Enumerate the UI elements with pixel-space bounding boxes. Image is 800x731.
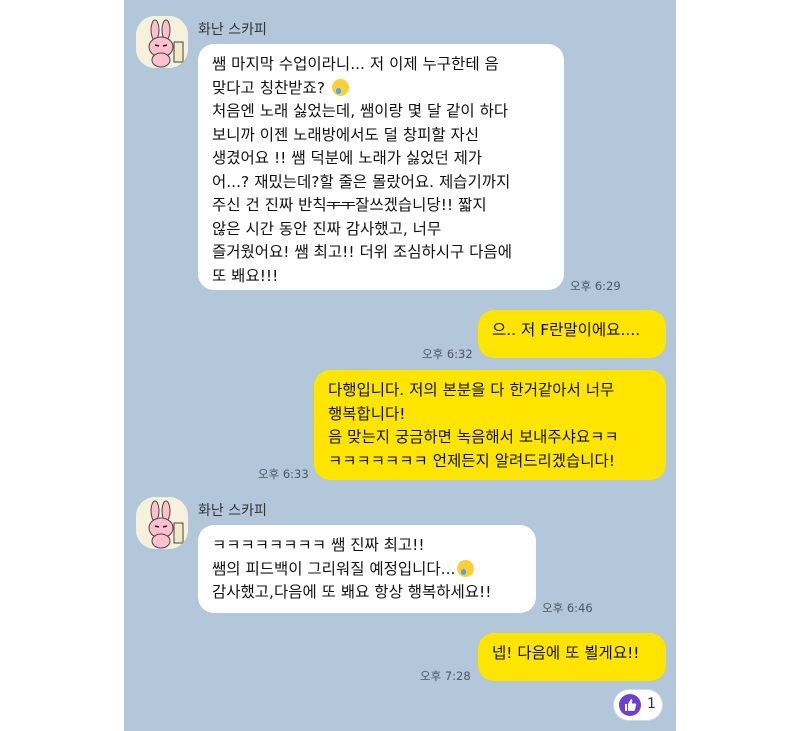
message-text: ㅋㅋㅋㅋㅋㅋㅋ 언제든지 알려드리겠습니다! [328,451,616,470]
message-time: 오후 6:29 [570,279,621,293]
message-text: 주신 건 진짜 반칙ㅜㅜ잘쓰겠습니당!! 짧지 [212,196,487,214]
crying-face-icon [331,78,349,96]
message-text: ㅋㅋㅋㅋㅋㅋㅋㅋ 쌤 진짜 최고!! [212,536,425,554]
message-time: 오후 6:46 [542,601,593,615]
message-text: 즐거웠어요! 쌤 최고!! 더위 조심하시구 다음에 [212,243,512,261]
message-text: 다행입니다. 저의 본분을 다 한거같아서 너무 [328,381,615,399]
message-text: 처음엔 노래 싫었는데, 쌤이랑 몇 달 같이 하다 [212,102,509,120]
message-text: 쌤 마지막 수업이라니... 저 이제 누구한테 음 [212,55,499,73]
message-time: 오후 6:33 [258,467,309,481]
message-text: 행복합니다! [328,404,406,423]
message-bubble[interactable]: 쌤 마지막 수업이라니... 저 이제 누구한테 음 맞다고 칭찬받죠? 처음엔… [198,44,564,290]
message-bubble[interactable]: 다행입니다. 저의 본분을 다 한거같아서 너무 행복합니다! 음 맞는지 궁금… [314,370,666,480]
message-bubble[interactable]: ㅋㅋㅋㅋㅋㅋㅋㅋ 쌤 진짜 최고!! 쌤의 피드백이 그리워질 예정입니다...… [198,525,536,613]
chat-panel: 화난 스카피 쌤 마지막 수업이라니... 저 이제 누구한테 음 맞다고 칭찬… [124,0,676,731]
message-time: 오후 6:32 [422,347,473,361]
message-text: 어...? 재밌는데?할 줄은 몰랐어요. 제습기까지 [212,172,511,191]
avatar[interactable] [136,16,188,68]
message-bubble[interactable]: 으.. 저 F란말이에요.... [478,310,666,358]
message-text: 감사했고,다음에 또 봬요 항상 행복하세요!! [212,583,492,601]
sender-name: 화난 스카피 [198,503,267,519]
message-text: 음 맞는지 궁금하면 녹음해서 보내주샤요ㅋㅋ [328,428,619,446]
message-text: 또 봬요!!! [212,266,279,285]
avatar[interactable] [136,497,188,549]
reaction-badge[interactable]: 1 [614,690,662,720]
message-text: 쌤의 피드백이 그리워질 예정입니다... [212,558,522,582]
message-time: 오후 7:28 [420,669,471,683]
message-text: 보니까 이젠 노래방에서도 덜 창피할 자신 [212,125,480,144]
message-text: 으.. 저 F란말이에요.... [492,321,641,339]
message-bubble[interactable]: 넵! 다음에 또 뵐게요!! [478,633,666,681]
message-text: 생겼어요 !! 쌤 덕분에 노래가 싫었던 제가 [212,149,483,167]
bunny-avatar-icon [136,16,188,68]
message-text: 않은 시간 동안 진짜 감사했고, 너무 [212,219,442,238]
message-text: 넵! 다음에 또 뵐게요!! [492,644,640,662]
thumbs-up-icon [619,694,641,716]
reaction-count: 1 [647,696,656,712]
tear-face-icon [457,559,475,577]
bunny-avatar-icon [136,497,188,549]
sender-name: 화난 스카피 [198,22,267,38]
message-text: 맞다고 칭찬받죠? [212,77,550,101]
